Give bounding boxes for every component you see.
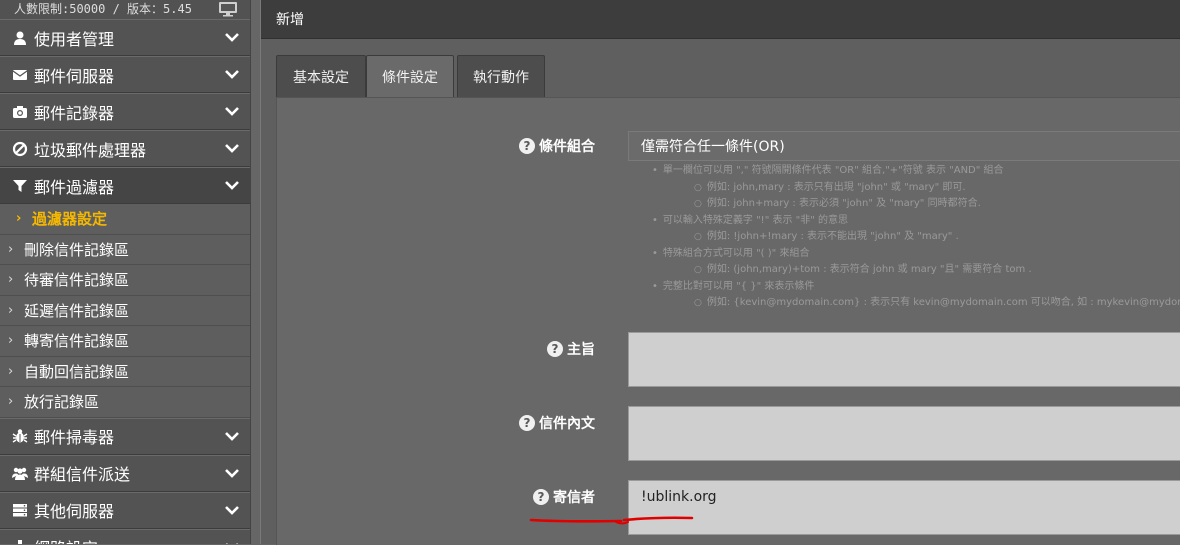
body-label: ? 信件內文 (519, 413, 595, 433)
camera-icon (13, 105, 27, 118)
chevron-down-icon (225, 144, 239, 153)
license-version-text: 人數限制:50000 / 版本：5.45 (14, 2, 192, 16)
sidebar-item-label: 群組信件派送 (34, 465, 131, 484)
hint-line: 例如: {kevin@mydomain.com} : 表示只有 kevin@my… (652, 295, 1180, 312)
tab-condition-settings[interactable]: 條件設定 (366, 55, 454, 100)
chevron-right-icon: › (16, 211, 22, 227)
users-icon (12, 467, 28, 480)
help-icon[interactable]: ? (519, 415, 535, 431)
sidebar-item-group-mail[interactable]: 群組信件派送 (0, 454, 250, 492)
sidebar-item-mail-server[interactable]: 郵件伺服器 (0, 56, 250, 93)
chevron-right-icon: › (8, 241, 14, 257)
chevron-down-icon (225, 181, 239, 190)
chevron-down-icon (225, 70, 239, 79)
sidebar-subitem-label: 過濾器設定 (32, 210, 108, 229)
sidebar-subitem-release-log[interactable]: › 放行記錄區 (0, 387, 250, 418)
sidebar-item-label: 使用者管理 (34, 29, 115, 49)
sidebar-item-label: 郵件過濾器 (34, 177, 115, 197)
sidebar-subitem-filter-settings[interactable]: › 過濾器設定 (0, 204, 250, 235)
chevron-down-icon (225, 431, 239, 441)
envelope-icon (12, 69, 28, 80)
main-panel: 新增 基本設定 條件設定 執行動作 ? 條件組合 僅需符合任一條件(OR) 單一… (260, 0, 1180, 545)
hint-line: 特殊組合方式可以用 "( )" 來組合 (652, 246, 1180, 263)
sidebar: 人數限制:50000 / 版本：5.45 使用者管理 郵件伺服器 郵件記錄器 垃… (0, 0, 251, 544)
sidebar-subitem-label: 自動回信記錄區 (24, 362, 130, 381)
condition-combination-select[interactable]: 僅需符合任一條件(OR) (628, 131, 1180, 161)
sidebar-item-label: 郵件記錄器 (34, 103, 115, 123)
sidebar-header: 人數限制:50000 / 版本：5.45 (0, 0, 250, 19)
condition-settings-form: ? 條件組合 僅需符合任一條件(OR) 單一欄位可以用 "," 符號隔開條件代表… (276, 97, 1180, 545)
hint-line: 可以輸入特殊定義字 "!" 表示 "非" 的意思 (652, 213, 1180, 230)
chevron-right-icon: › (8, 333, 14, 349)
sidebar-item-label: 其他伺服器 (34, 502, 115, 521)
chevron-down-icon (225, 505, 239, 515)
sidebar-item-label: 網路設定 (34, 535, 98, 544)
condition-help-text: 單一欄位可以用 "," 符號隔開條件代表 "OR" 組合,"+"符號 表示 "A… (652, 163, 1180, 312)
hint-line: 單一欄位可以用 "," 符號隔開條件代表 "OR" 組合,"+"符號 表示 "A… (652, 163, 1180, 180)
subject-input[interactable] (628, 332, 1180, 387)
help-icon[interactable]: ? (533, 489, 549, 505)
sidebar-subitem-deleted-log[interactable]: › 刪除信件記錄區 (0, 234, 250, 265)
chevron-right-icon: › (8, 302, 14, 318)
sidebar-item-label: 郵件伺服器 (34, 66, 115, 86)
sidebar-subitem-delayed-log[interactable]: › 延遲信件記錄區 (0, 295, 250, 326)
tab-actions[interactable]: 執行動作 (457, 55, 545, 98)
sidebar-subitem-label: 轉寄信件記錄區 (24, 332, 130, 351)
chevron-down-icon (225, 468, 239, 478)
sidebar-subitem-label: 延遲信件記錄區 (24, 301, 130, 320)
sender-label: ? 寄信者 (533, 487, 595, 507)
chevron-down-icon (225, 542, 239, 544)
bug-icon (12, 429, 28, 443)
sidebar-item-spam-handler[interactable]: 垃圾郵件處理器 (0, 130, 250, 167)
chevron-down-icon (225, 107, 239, 116)
sidebar-item-mail-recorder[interactable]: 郵件記錄器 (0, 93, 250, 130)
hint-line: 例如: !john+!mary : 表示不能出現 "john" 及 "mary"… (652, 229, 1180, 246)
help-icon[interactable]: ? (547, 341, 563, 357)
sidebar-subitem-label: 放行記錄區 (24, 393, 100, 412)
ban-icon (12, 141, 28, 156)
sidebar-item-label: 垃圾郵件處理器 (34, 140, 147, 160)
help-icon[interactable]: ? (519, 138, 535, 154)
condition-combination-label: ? 條件組合 (519, 136, 595, 156)
body-input[interactable] (628, 406, 1180, 461)
filter-icon (13, 179, 27, 192)
chevron-down-icon (225, 33, 239, 42)
panel-title: 新增 (261, 0, 1180, 39)
user-icon (14, 31, 26, 45)
sidebar-item-antivirus[interactable]: 郵件掃毒器 (0, 417, 250, 455)
sender-input[interactable]: !ublink.org (628, 480, 1180, 535)
chevron-right-icon: › (8, 363, 14, 379)
hint-line: 例如: john+mary : 表示必須 "john" 及 "mary" 同時都… (652, 196, 1180, 213)
sidebar-item-network-settings[interactable]: 網路設定 (0, 528, 250, 544)
sidebar-subitem-autoreply-log[interactable]: › 自動回信記錄區 (0, 356, 250, 387)
chevron-right-icon: › (8, 394, 14, 410)
hint-line: 例如: (john,mary)+tom : 表示符合 john 或 mary "… (652, 262, 1180, 279)
server-icon (13, 504, 27, 517)
hint-line: 例如: john,mary : 表示只有出現 "john" 或 "mary" 即… (652, 180, 1180, 197)
sidebar-item-label: 郵件掃毒器 (34, 428, 115, 447)
sidebar-subitem-label: 待審信件記錄區 (24, 271, 130, 290)
red-underline-annotation (529, 516, 694, 525)
sidebar-subitem-forward-log[interactable]: › 轉寄信件記錄區 (0, 326, 250, 357)
sidebar-item-user-management[interactable]: 使用者管理 (0, 19, 250, 56)
chevron-right-icon: › (8, 272, 14, 288)
sidebar-subitem-label: 刪除信件記錄區 (24, 240, 130, 259)
sidebar-item-other-servers[interactable]: 其他伺服器 (0, 491, 250, 529)
sidebar-subitem-pending-log[interactable]: › 待審信件記錄區 (0, 265, 250, 296)
hint-line: 完整比對可以用 "{ }" 來表示條件 (652, 279, 1180, 296)
monitor-icon[interactable] (218, 1, 238, 17)
sidebar-item-mail-filter[interactable]: 郵件過濾器 (0, 167, 250, 204)
tab-basic-settings[interactable]: 基本設定 (276, 55, 366, 98)
subject-label: ? 主旨 (547, 339, 595, 359)
sitemap-icon (18, 540, 22, 544)
